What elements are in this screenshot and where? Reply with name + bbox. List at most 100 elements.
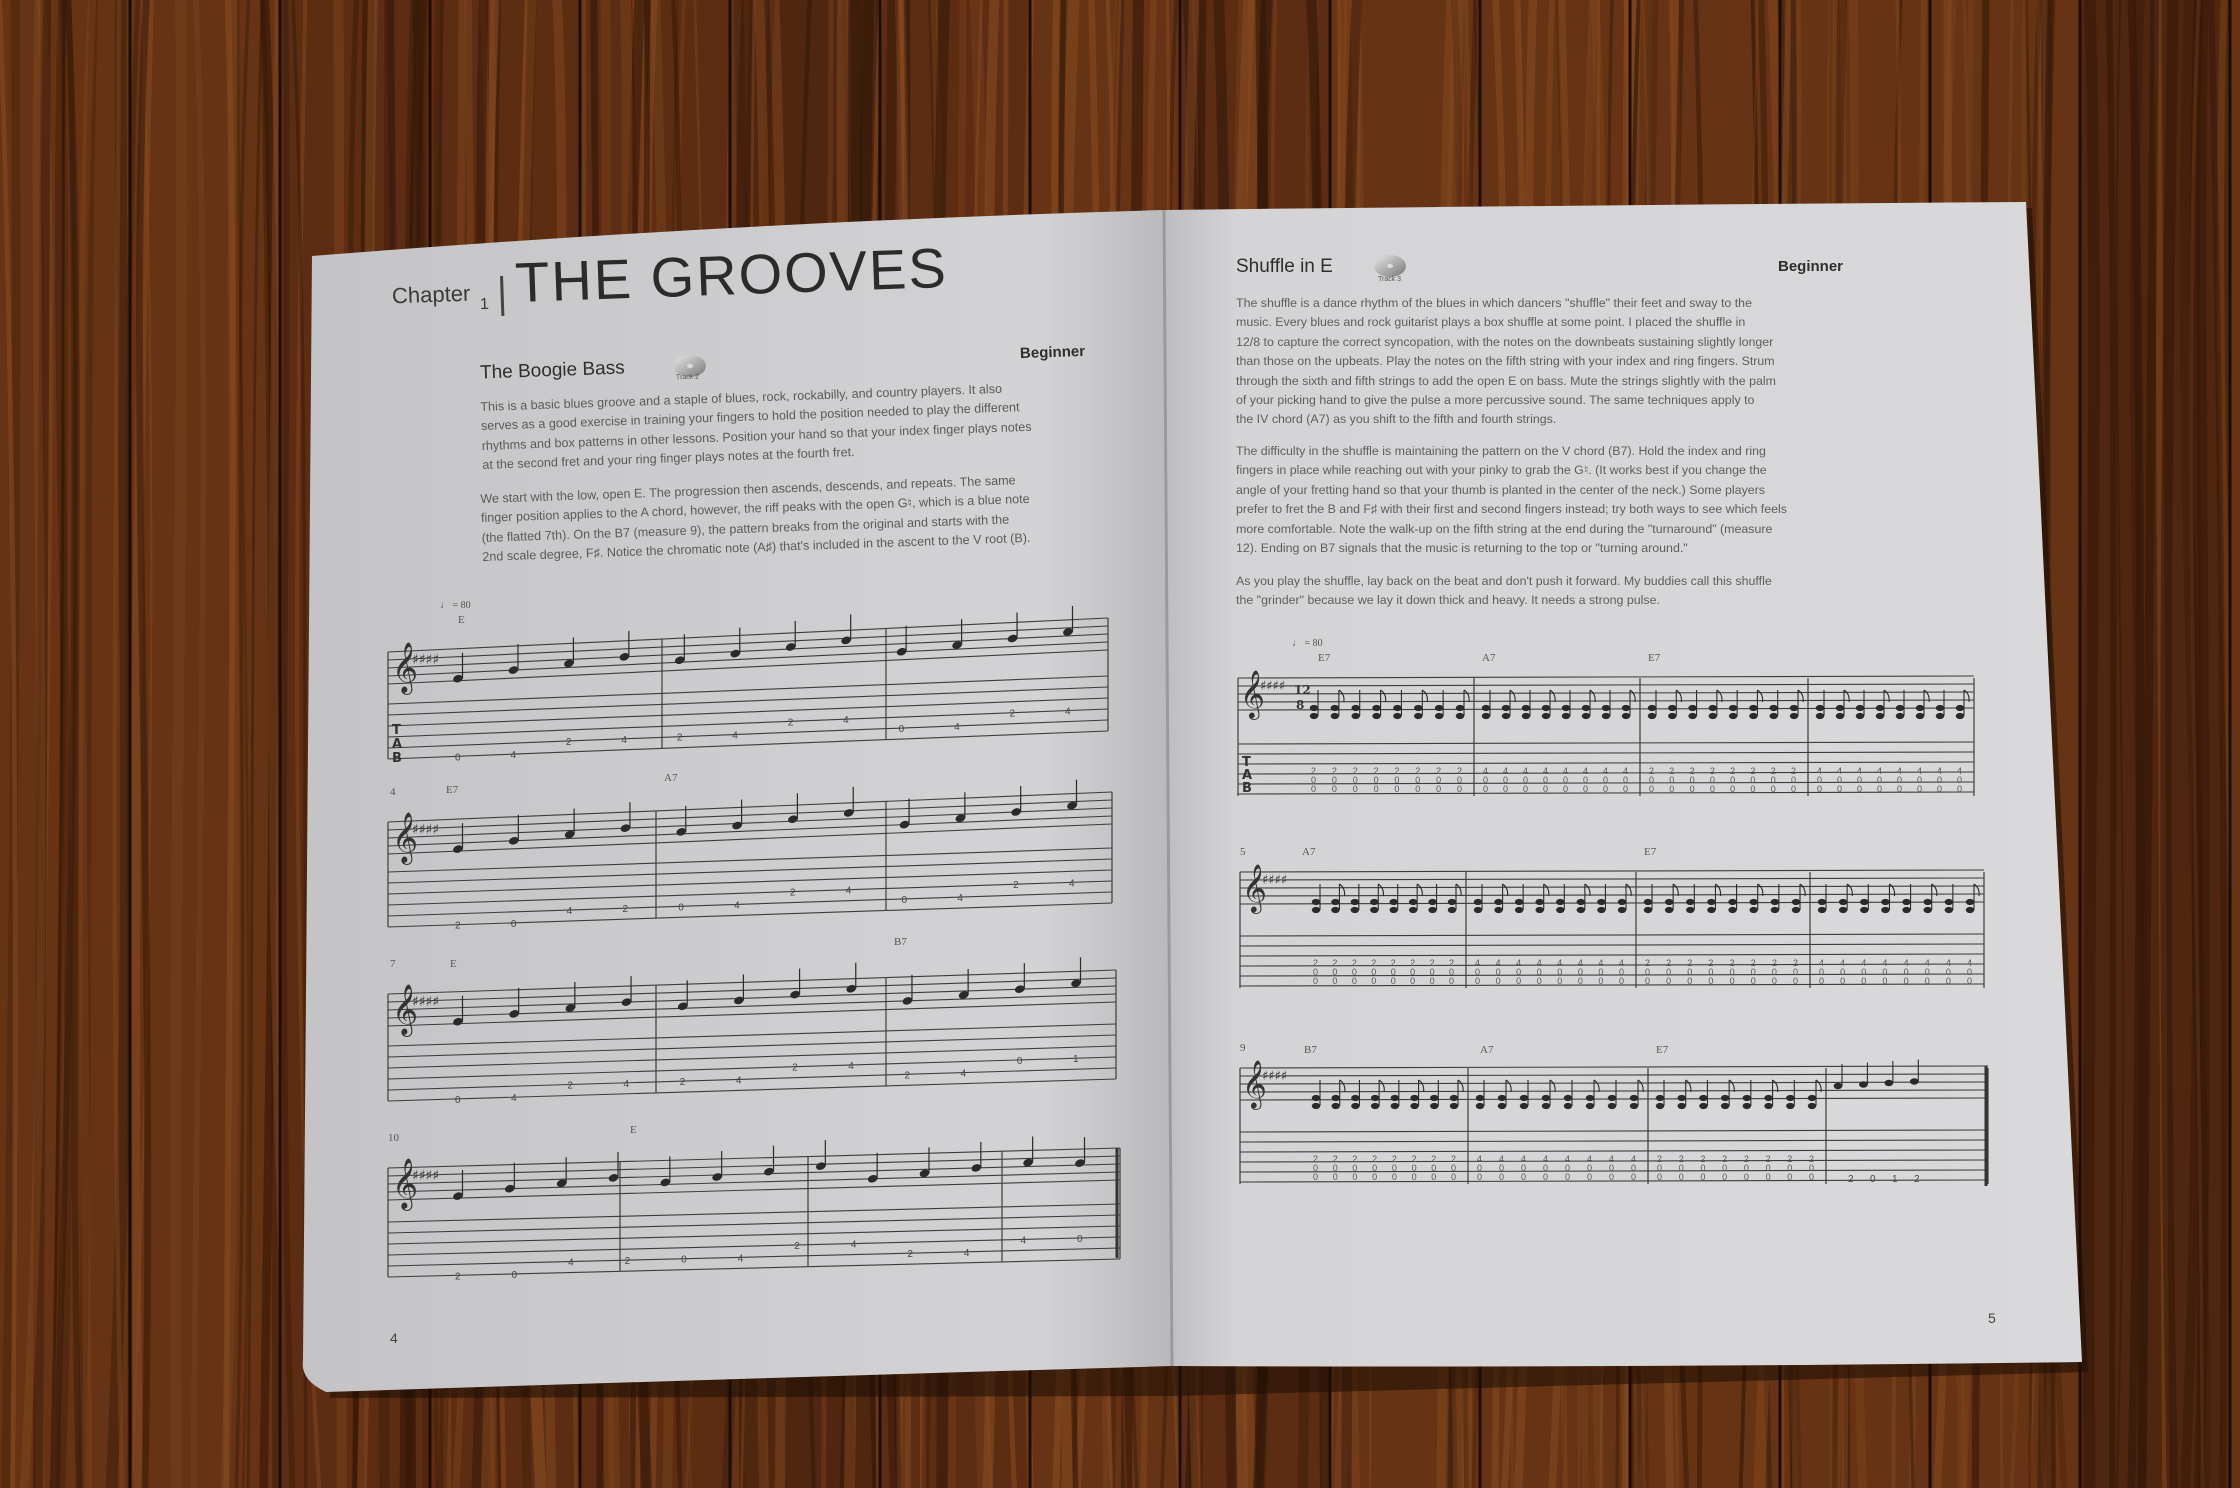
track-label: Track 3 bbox=[1378, 276, 1402, 283]
tab-number: 4 bbox=[954, 722, 960, 733]
note-head bbox=[1688, 712, 1697, 720]
tab-number: 0 bbox=[1766, 1172, 1771, 1182]
tab-number: 1 bbox=[1073, 1054, 1079, 1065]
note-head bbox=[1408, 906, 1418, 914]
note-head bbox=[1791, 898, 1801, 906]
tab-number: 0 bbox=[1449, 976, 1454, 986]
key-signature: ♯♯♯♯ bbox=[1260, 679, 1285, 694]
note-head bbox=[1664, 898, 1674, 906]
text-line: 12/8 to capture the correct syncopation,… bbox=[1236, 334, 1774, 349]
tab-number: 0 bbox=[1371, 976, 1376, 986]
note-head bbox=[1764, 1094, 1773, 1102]
note-head bbox=[1408, 898, 1418, 906]
tab-number: 4 bbox=[846, 886, 852, 897]
tab-number: 4 bbox=[843, 715, 849, 726]
note-head bbox=[1494, 906, 1503, 914]
tab-number: 0 bbox=[1730, 784, 1735, 794]
tab-number: 0 bbox=[1669, 784, 1674, 794]
tab-number: 0 bbox=[1563, 784, 1568, 794]
note-head bbox=[1372, 704, 1381, 712]
note-head bbox=[1749, 906, 1758, 914]
note-head bbox=[1835, 704, 1845, 712]
note-head bbox=[1481, 704, 1491, 712]
note-head bbox=[1514, 898, 1524, 906]
tab-number: 0 bbox=[1687, 976, 1692, 986]
note-head bbox=[1330, 712, 1340, 720]
tab-number: 0 bbox=[1333, 1172, 1338, 1182]
note-head bbox=[1699, 1094, 1708, 1102]
note-head bbox=[1311, 1102, 1321, 1110]
photo-scene: 𝄞♯♯♯♯TAB 0 42 4 2 42 40 42 4𝄞♯♯♯♯2 04 2 0 42 40 42 4𝄞♯♯… bbox=[0, 0, 2240, 1488]
tab-number: 4 bbox=[621, 735, 627, 746]
note-head bbox=[1330, 704, 1340, 712]
tab-number: 4 bbox=[732, 730, 738, 741]
note-head bbox=[1556, 906, 1565, 914]
note-head bbox=[1455, 712, 1465, 720]
tab-number: 0 bbox=[1410, 976, 1415, 986]
note-head bbox=[1601, 712, 1611, 720]
tab-number: 0 bbox=[1649, 784, 1654, 794]
note-head bbox=[1561, 704, 1571, 712]
tab-number: 4 bbox=[567, 906, 573, 917]
tab-number: 4 bbox=[957, 893, 963, 904]
note-head bbox=[1541, 1102, 1551, 1110]
tab-number: 0 bbox=[1700, 1172, 1705, 1182]
tab-number: 0 bbox=[1352, 976, 1357, 986]
note-head bbox=[1915, 704, 1925, 712]
tab-number: 0 bbox=[1412, 1172, 1417, 1182]
note-head bbox=[1430, 1094, 1439, 1102]
tab-number: 0 bbox=[1772, 976, 1777, 986]
note-head bbox=[1597, 906, 1606, 914]
note-head bbox=[1449, 1094, 1459, 1102]
page-number-right: 5 bbox=[1988, 1310, 1996, 1326]
time-signature: 8 bbox=[1296, 698, 1304, 712]
tab-number: 0 bbox=[1657, 1172, 1662, 1182]
chord-label: A7 bbox=[1482, 652, 1496, 664]
note-head bbox=[1481, 712, 1491, 720]
tab-number: 0 bbox=[1744, 1172, 1749, 1182]
note-head bbox=[1749, 898, 1758, 906]
note-head bbox=[1607, 1094, 1617, 1102]
note-head bbox=[1770, 898, 1780, 906]
tab-number: 4 bbox=[734, 900, 740, 911]
note-head bbox=[1351, 704, 1360, 712]
tab-clef-icon: B bbox=[1242, 781, 1252, 796]
tab-number: 2 bbox=[455, 921, 461, 932]
key-signature: ♯♯♯♯ bbox=[412, 1168, 439, 1184]
note-head bbox=[1629, 1102, 1639, 1110]
tempo-marking: ♩ = 80 bbox=[440, 600, 471, 611]
tab-number: 2 bbox=[1013, 880, 1019, 891]
note-head bbox=[1881, 898, 1890, 906]
tab-number: 4 bbox=[1069, 878, 1075, 889]
note-head bbox=[1331, 1102, 1340, 1110]
note-head bbox=[1708, 712, 1718, 720]
note-head bbox=[1881, 906, 1890, 914]
tab-number: 0 bbox=[1587, 1172, 1592, 1182]
note-head bbox=[1372, 712, 1381, 720]
note-head bbox=[1428, 906, 1437, 914]
wood-grain bbox=[169, 0, 188, 1488]
note-head bbox=[1720, 1094, 1730, 1102]
note-head bbox=[1447, 906, 1457, 914]
level-label: Beginner bbox=[1019, 342, 1086, 363]
tab-number: 2 bbox=[567, 1080, 573, 1091]
treble-clef-icon: 𝄞 bbox=[392, 984, 418, 1037]
note-head bbox=[1742, 1102, 1752, 1110]
note-head bbox=[1699, 1102, 1708, 1110]
note-head bbox=[1647, 712, 1657, 720]
note-head bbox=[1473, 906, 1483, 914]
note-head bbox=[1955, 712, 1965, 720]
text-line: the "grinder" because we lay it down thi… bbox=[1236, 593, 1660, 608]
note-head bbox=[1541, 712, 1551, 720]
tab-number: 0 bbox=[1730, 976, 1735, 986]
note-head bbox=[1585, 1102, 1595, 1110]
note-head bbox=[1617, 906, 1627, 914]
tab-number: 0 bbox=[1557, 976, 1562, 986]
tab-number: 2 bbox=[677, 733, 683, 744]
tab-number: 0 bbox=[1565, 1172, 1570, 1182]
tab-number: 4 bbox=[738, 1253, 744, 1264]
note-head bbox=[1434, 712, 1444, 720]
note-head bbox=[1815, 704, 1825, 712]
tab-number: 0 bbox=[1645, 976, 1650, 986]
tab-number: 0 bbox=[1750, 784, 1755, 794]
